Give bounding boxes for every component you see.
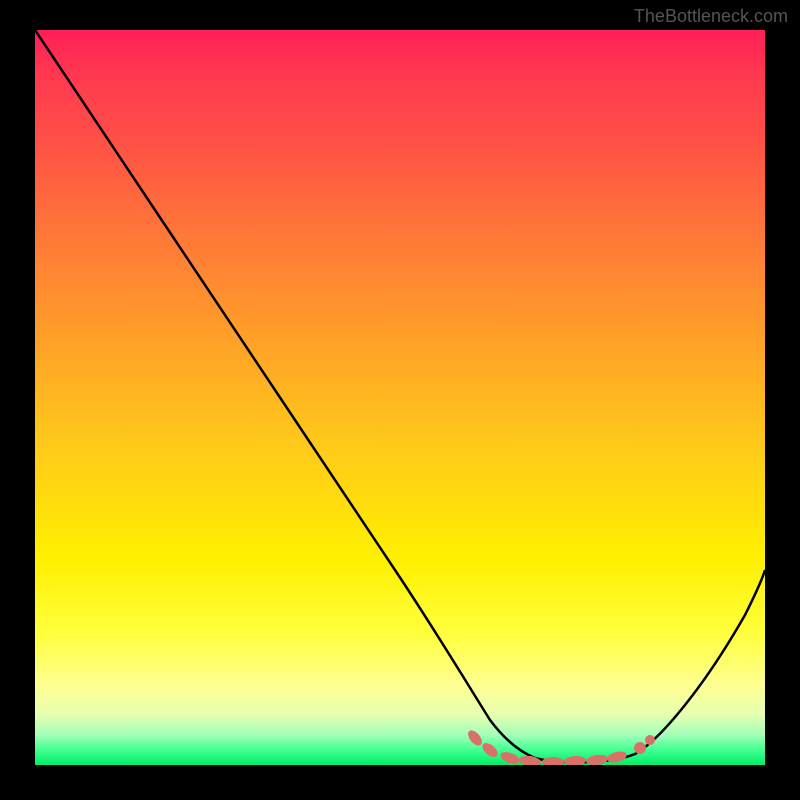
chart-container	[35, 30, 765, 765]
heatmap-gradient-background	[35, 30, 765, 765]
watermark-text: TheBottleneck.com	[634, 6, 788, 27]
